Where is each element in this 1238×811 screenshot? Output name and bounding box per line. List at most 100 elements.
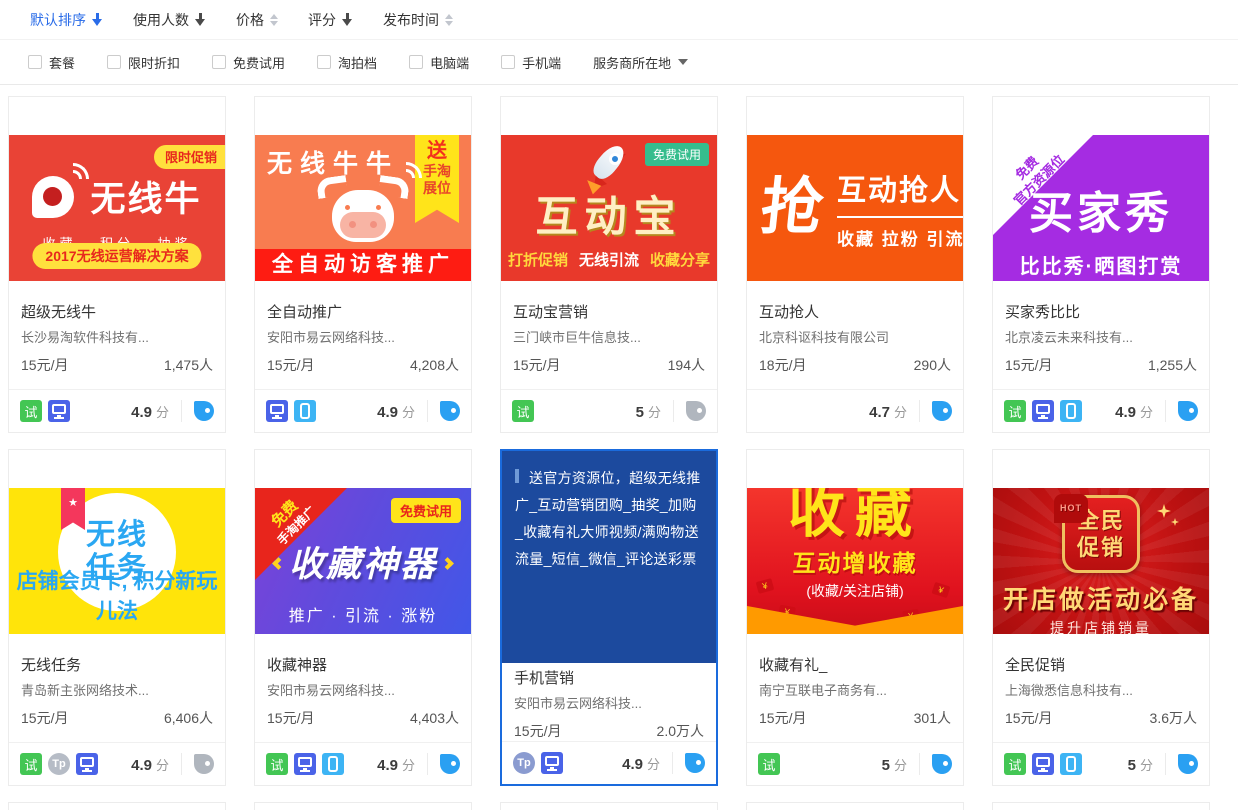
app-banner: 收藏 互动增收藏 (收藏/关注店铺) ¥ ¥ ¥ ¥ bbox=[747, 488, 963, 634]
checkbox[interactable] bbox=[409, 55, 423, 69]
app-card-shoujiyingxiao-hover[interactable]: 送官方资源位，超级无线推广_互动营销团购_抽奖_加购_收藏有礼大师视频/满购物送… bbox=[500, 449, 718, 786]
filter-label: 淘拍档 bbox=[338, 53, 377, 72]
rating-unit: 分 bbox=[156, 402, 169, 421]
app-title[interactable]: 全自动推广 bbox=[267, 303, 459, 323]
app-card-qiangren[interactable]: 抢 互动抢人 收藏 拉粉 引流 互动抢人 北京科讴科技有限公司 18元/月 29… bbox=[746, 96, 964, 433]
price: 15元/月 bbox=[759, 709, 806, 728]
card-top-space bbox=[993, 97, 1209, 135]
filter-mobile[interactable]: 手机端 bbox=[501, 53, 561, 72]
sort-default[interactable]: 默认排序 bbox=[30, 10, 103, 30]
company-name[interactable]: 北京凌云未来科技有... bbox=[1005, 329, 1197, 347]
divider bbox=[1165, 400, 1166, 422]
company-name[interactable]: 安阳市易云网络科技... bbox=[267, 682, 459, 700]
banner-line2: 提升店铺销量 bbox=[993, 618, 1209, 634]
app-card-quanzidong[interactable]: 无线牛牛 送 手淘 展位 全自动访客推广 全自动推广 安阳市易云网络科技... … bbox=[254, 96, 472, 433]
wangwang-chat-icon[interactable] bbox=[686, 401, 706, 421]
company-name[interactable]: 南宁互联电子商务有... bbox=[759, 682, 951, 700]
checkbox[interactable] bbox=[501, 55, 515, 69]
card-top-space bbox=[747, 450, 963, 488]
banner-subtitle: 收藏 拉粉 引流 bbox=[837, 225, 963, 250]
company-name[interactable]: 上海微悉信息科技有... bbox=[1005, 682, 1197, 700]
rating-unit: 分 bbox=[1140, 402, 1153, 421]
company-name[interactable]: 长沙易淘软件科技有... bbox=[21, 329, 213, 347]
app-title[interactable]: 收藏神器 bbox=[267, 656, 459, 676]
filter-limited-discount[interactable]: 限时折扣 bbox=[107, 53, 180, 72]
user-count: 1,255人 bbox=[1148, 356, 1197, 375]
mobile-icon bbox=[1060, 753, 1082, 775]
wangwang-chat-icon[interactable] bbox=[932, 754, 952, 774]
sort-publish-time[interactable]: 发布时间 bbox=[383, 10, 453, 30]
company-name[interactable]: 安阳市易云网络科技... bbox=[514, 695, 704, 713]
company-name[interactable]: 青岛新主张网络技术... bbox=[21, 682, 213, 700]
card-top-space bbox=[501, 97, 717, 135]
sort-user-count[interactable]: 使用人数 bbox=[133, 10, 206, 30]
wangwang-chat-icon[interactable] bbox=[1178, 401, 1198, 421]
card-footer: 试 5分 bbox=[993, 742, 1209, 785]
app-card-wuxianniu[interactable]: 限时促销 无线牛 收藏 · 积分 · 抽奖 2017无线运营解决方案 超级无线牛… bbox=[8, 96, 226, 433]
filter-bar: 套餐 限时折扣 免费试用 淘拍档 电脑端 手机端 服务商所在地 bbox=[0, 40, 1238, 85]
wangwang-chat-icon[interactable] bbox=[440, 401, 460, 421]
cow-icon bbox=[315, 177, 411, 245]
checkbox[interactable] bbox=[212, 55, 226, 69]
wangwang-chat-icon[interactable] bbox=[194, 754, 214, 774]
app-title[interactable]: 买家秀比比 bbox=[1005, 303, 1197, 323]
app-card-wuxianrenwu[interactable]: ★ 无线 任务 店铺会员卡, 积分新玩儿法 无线任务 青岛新主张网络技术... … bbox=[8, 449, 226, 786]
sort-updown-icon bbox=[270, 14, 278, 26]
rating-value: 4.9 bbox=[622, 756, 643, 773]
card-footer: 4.9分 bbox=[255, 389, 471, 432]
price: 15元/月 bbox=[1005, 356, 1052, 375]
next-row-card-stub bbox=[992, 802, 1210, 810]
sort-rating[interactable]: 评分 bbox=[308, 10, 353, 30]
rating-value: 4.9 bbox=[1115, 404, 1136, 421]
next-row-card-stub bbox=[254, 802, 472, 810]
company-name[interactable]: 安阳市易云网络科技... bbox=[267, 329, 459, 347]
wangwang-chat-icon[interactable] bbox=[932, 401, 952, 421]
company-name[interactable]: 北京科讴科技有限公司 bbox=[759, 329, 951, 347]
grid-row-3-partial bbox=[8, 802, 1238, 810]
filter-label: 套餐 bbox=[49, 53, 75, 72]
app-title[interactable]: 全民促销 bbox=[1005, 656, 1197, 676]
app-banner: 限时促销 无线牛 收藏 · 积分 · 抽奖 2017无线运营解决方案 bbox=[9, 135, 225, 281]
price: 15元/月 bbox=[267, 356, 314, 375]
card-top-space bbox=[747, 97, 963, 135]
banner-subtitle: 比比秀·晒图打赏 bbox=[993, 250, 1209, 279]
app-card-quanmincuxiao[interactable]: HOT 全民 促销 开店做活动必备 提升店铺销量 全民促销 上海微悉信息科技有.… bbox=[992, 449, 1210, 786]
app-card-shoucangshenqi[interactable]: 免费 手淘推广 免费试用 收藏神器 推广 · 引流 · 涨粉 收藏神器 安阳市易… bbox=[254, 449, 472, 786]
sort-bar: 默认排序 使用人数 价格 评分 发布时间 bbox=[0, 0, 1238, 40]
app-banner: 抢 互动抢人 收藏 拉粉 引流 bbox=[747, 135, 963, 281]
rating-value: 5 bbox=[1128, 757, 1136, 774]
price: 15元/月 bbox=[21, 709, 68, 728]
app-title[interactable]: 超级无线牛 bbox=[21, 303, 213, 323]
app-card-maijiaxiu[interactable]: 免费 官方资源位 买家秀 比比秀·晒图打赏 买家秀比比 北京凌云未来科技有...… bbox=[992, 96, 1210, 433]
card-info: 互动宝营销 三门峡市巨牛信息技... 15元/月 194人 bbox=[501, 281, 717, 375]
app-title[interactable]: 收藏有礼_ bbox=[759, 656, 951, 676]
app-title[interactable]: 互动抢人 bbox=[759, 303, 951, 323]
filter-taopaidang[interactable]: 淘拍档 bbox=[317, 53, 377, 72]
filter-package[interactable]: 套餐 bbox=[28, 53, 75, 72]
app-card-shoucangyouli[interactable]: 收藏 互动增收藏 (收藏/关注店铺) ¥ ¥ ¥ ¥ 收藏有礼_ 南宁互联电子商… bbox=[746, 449, 964, 786]
app-title[interactable]: 手机营销 bbox=[514, 669, 704, 689]
trial-badge: 试 bbox=[266, 753, 288, 775]
wangwang-chat-icon[interactable] bbox=[1178, 754, 1198, 774]
checkbox[interactable] bbox=[317, 55, 331, 69]
banner-title: 无线牛牛 bbox=[267, 144, 399, 180]
app-title[interactable]: 无线任务 bbox=[21, 656, 213, 676]
filter-pc[interactable]: 电脑端 bbox=[409, 53, 469, 72]
taopaidang-badge: Tp bbox=[513, 752, 535, 774]
checkbox[interactable] bbox=[107, 55, 121, 69]
wangwang-chat-icon[interactable] bbox=[685, 753, 705, 773]
provider-location-dropdown[interactable]: 服务商所在地 bbox=[593, 53, 688, 72]
free-trial-badge: 免费试用 bbox=[391, 498, 461, 523]
app-title[interactable]: 互动宝营销 bbox=[513, 303, 705, 323]
wangwang-chat-icon[interactable] bbox=[194, 401, 214, 421]
wangwang-chat-icon[interactable] bbox=[440, 754, 460, 774]
checkbox[interactable] bbox=[28, 55, 42, 69]
company-name[interactable]: 三门峡市巨牛信息技... bbox=[513, 329, 705, 347]
arrow-down-icon bbox=[195, 13, 206, 26]
app-card-hudongbao[interactable]: 免费试用 互动宝 打折促销 无线引流 收藏分享 互动宝营销 三门峡市巨牛信息技.… bbox=[500, 96, 718, 433]
sort-price[interactable]: 价格 bbox=[236, 10, 278, 30]
filter-free-trial[interactable]: 免费试用 bbox=[212, 53, 285, 72]
price: 18元/月 bbox=[759, 356, 806, 375]
banner-pill: 2017无线运营解决方案 bbox=[32, 243, 201, 269]
chevron-down-icon bbox=[678, 59, 688, 65]
